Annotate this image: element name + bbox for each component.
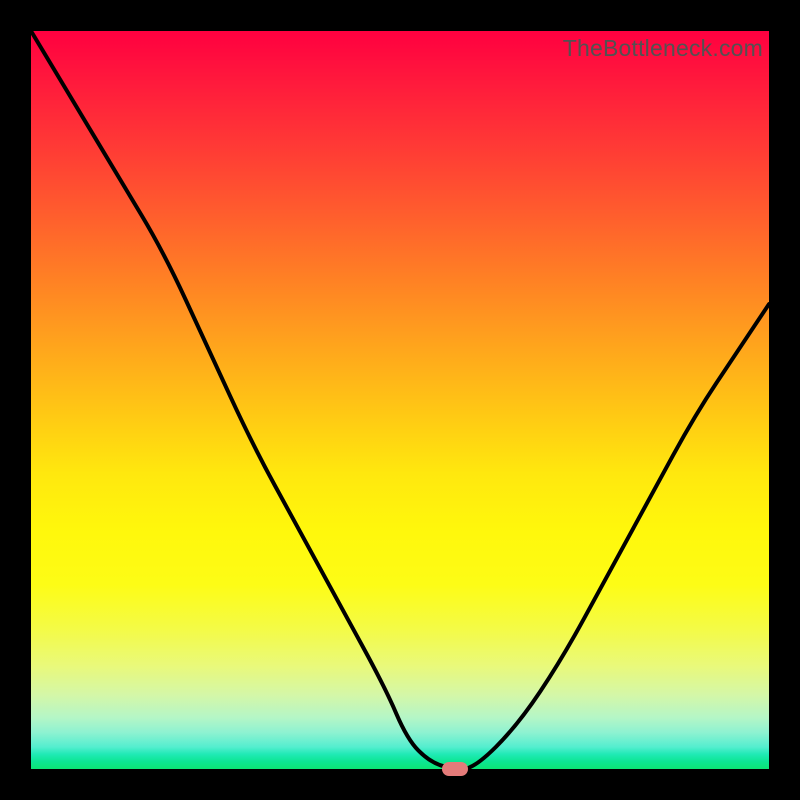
bottleneck-curve	[31, 31, 769, 769]
chart-plot-area: TheBottleneck.com	[31, 31, 769, 769]
chart-frame: TheBottleneck.com	[0, 0, 800, 800]
curve-path	[31, 31, 769, 769]
optimal-point-marker	[442, 762, 468, 776]
